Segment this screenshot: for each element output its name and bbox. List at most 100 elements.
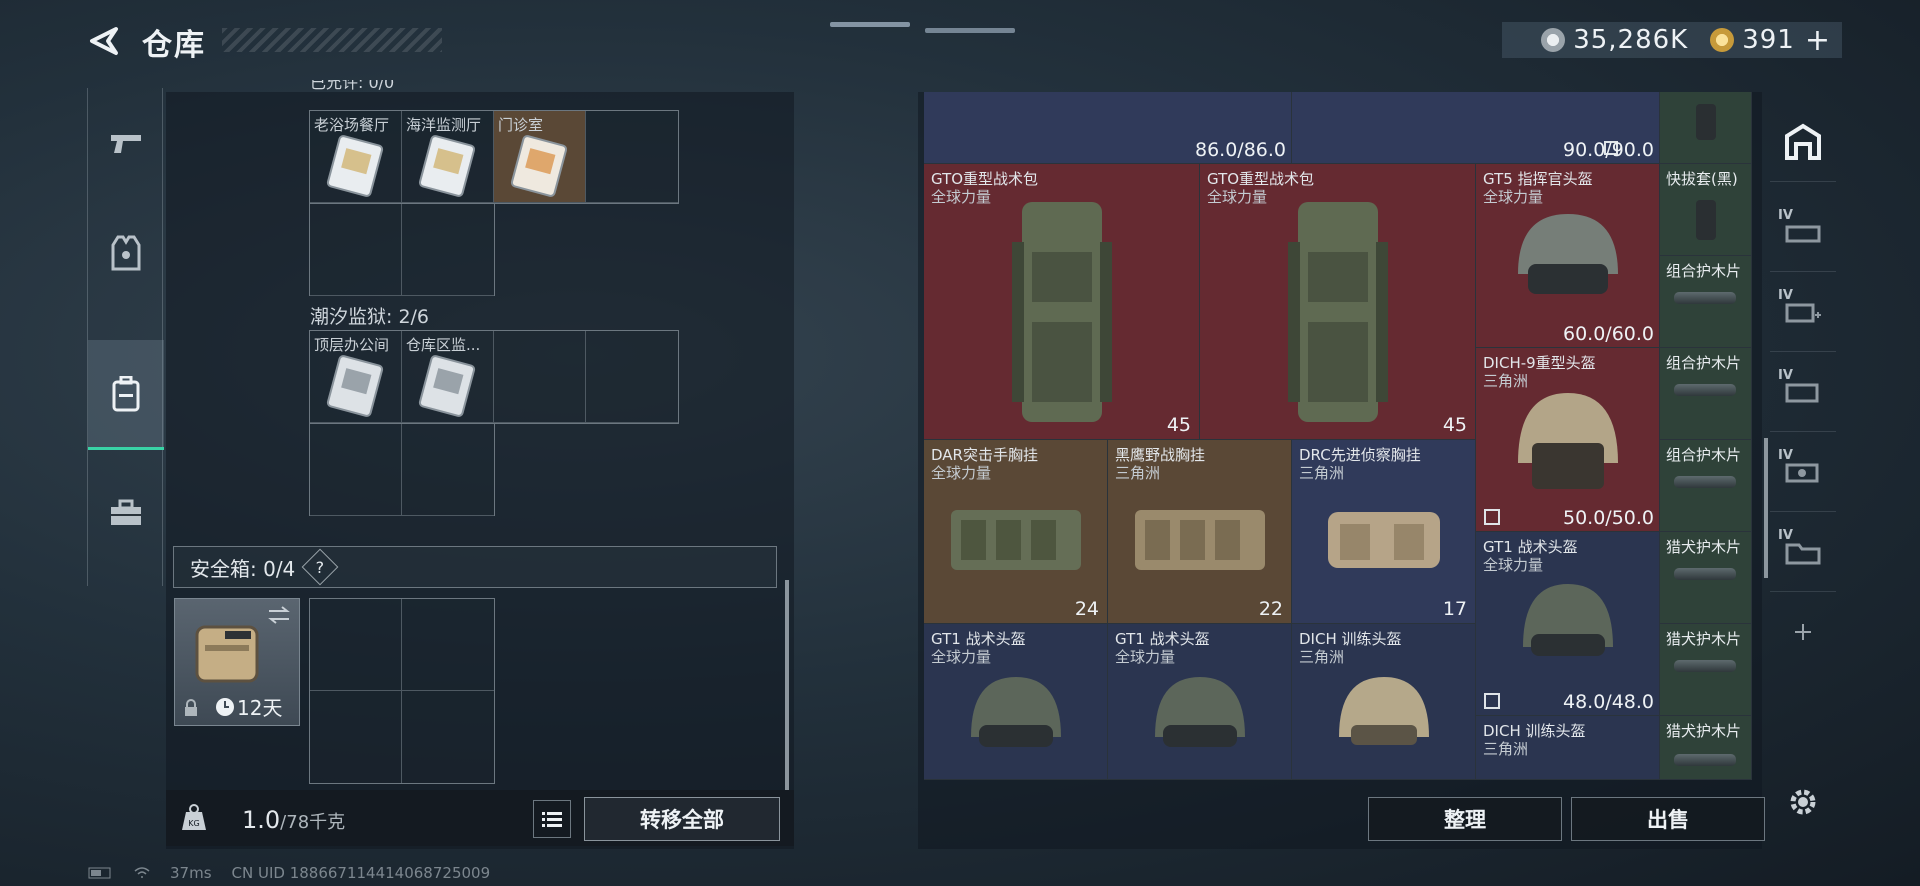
nav-toolbox[interactable] xyxy=(88,458,164,568)
inventory-item-helmet[interactable]: GT1 战术头盔 全球力量 xyxy=(924,624,1108,780)
lock-icon xyxy=(185,699,197,716)
inventory-item-chest-rig[interactable]: DRC先进侦察胸挂 三角洲 17 xyxy=(1292,440,1476,624)
nav-weapons[interactable] xyxy=(88,88,164,198)
nav-storage-2[interactable]: IV xyxy=(1770,272,1836,352)
svg-text:KG: KG xyxy=(188,819,199,828)
storage-cell[interactable]: 老浴场餐厅 xyxy=(310,111,402,203)
inventory-item[interactable]: 90.0/90.0 xyxy=(1292,92,1660,164)
helmet-item-icon xyxy=(1338,677,1429,745)
chest-rig-item-icon xyxy=(1134,510,1265,571)
nav-storage-3[interactable]: IV xyxy=(1770,352,1836,432)
safe-cell[interactable] xyxy=(402,599,494,691)
page-title: 仓库 xyxy=(142,28,206,63)
safe-cell[interactable] xyxy=(310,599,402,691)
safe-case-slot[interactable]: 12天 xyxy=(174,598,300,726)
weight-readout: 1.0/78千克 xyxy=(242,806,346,834)
inventory-item-helmet[interactable]: GT5 指挥官头盔 全球力量 60.0/60.0 xyxy=(1476,164,1660,348)
nav-armor[interactable] xyxy=(88,198,164,308)
inventory-item-attachment[interactable]: 猎犬护木片 xyxy=(1660,716,1752,780)
helmet-item-icon xyxy=(1517,393,1618,490)
nav-backpack[interactable] xyxy=(88,340,164,450)
clock-icon xyxy=(216,698,234,716)
helmet-item-icon xyxy=(1154,677,1245,747)
storage-cell[interactable] xyxy=(586,331,678,423)
storage-cell[interactable]: 海洋监测厅 xyxy=(402,111,494,203)
helmet-item-icon xyxy=(1522,584,1613,657)
inventory-item-chest-rig[interactable]: DAR突击手胸挂 全球力量 24 xyxy=(924,440,1108,624)
inventory-item-helmet[interactable]: DICH-9重型头盔 三角洲 50.0/50.0 xyxy=(1476,348,1660,532)
add-storage-button[interactable] xyxy=(1770,592,1836,672)
inventory-item-helmet[interactable]: GT1 战术头盔 全球力量 48.0/48.0 xyxy=(1476,532,1660,716)
settings-button[interactable] xyxy=(1770,762,1836,842)
safe-case-icon xyxy=(195,625,259,683)
inventory-item-attachment[interactable]: 组合护木片 xyxy=(1660,256,1752,348)
swap-icon[interactable] xyxy=(267,605,291,625)
help-button[interactable]: ? xyxy=(301,548,339,586)
help-icon: ? xyxy=(316,557,325,577)
user-uid: CN UID 1886671144140687250​09 xyxy=(231,864,491,882)
inventory-item-backpack[interactable]: GTO重型战术包 全球力量 45 xyxy=(1200,164,1476,440)
access-card-icon xyxy=(510,135,568,197)
list-icon xyxy=(542,812,562,827)
section-title-tidal-prison: 潮汐监狱: 2/6 xyxy=(310,306,430,328)
inventory-item-attachment[interactable]: 组合护木片 xyxy=(1660,440,1752,532)
left-scrollbar[interactable] xyxy=(785,580,789,790)
title-decoration xyxy=(222,28,442,52)
plus-icon xyxy=(1795,624,1811,640)
sort-button[interactable]: 整理 xyxy=(1368,797,1562,841)
inventory-item-helmet[interactable]: DICH 训练头盔 三角洲 xyxy=(1292,624,1476,780)
inventory-item-chest-rig[interactable]: 黑鹰野战胸挂 三角洲 22 xyxy=(1108,440,1292,624)
storage-cell[interactable]: 仓库区监... xyxy=(402,331,494,423)
storage-grid-2b xyxy=(309,424,495,516)
toolbox-icon xyxy=(111,499,141,525)
inventory-item-attachment[interactable]: 猎犬护木片 xyxy=(1660,532,1752,624)
nav-storage-4[interactable]: IV xyxy=(1770,432,1836,512)
inventory-item[interactable]: 86.0/86.0 xyxy=(924,92,1292,164)
inventory-item-backpack[interactable]: GTO重型战术包 全球力量 45 xyxy=(924,164,1200,440)
list-view-button[interactable] xyxy=(533,800,571,838)
wifi-icon xyxy=(134,867,150,878)
inventory-panel: 86.0/86.0 90.0/90.0 GTO重型战术包 全球力量 45 GTO… xyxy=(918,92,1762,849)
storage-cell[interactable] xyxy=(402,204,494,296)
gold-balance: 391 xyxy=(1742,25,1795,55)
inventory-item-helmet[interactable]: DICH 训练头盔 三角洲 xyxy=(1476,716,1660,780)
storage-cell[interactable] xyxy=(310,204,402,296)
handguard-panel-icon xyxy=(1674,568,1736,581)
access-card-icon xyxy=(326,135,384,197)
storage-cell[interactable] xyxy=(310,424,402,516)
chest-rig-item-icon xyxy=(950,510,1081,571)
section-cut-label: 已允许: 0/0 xyxy=(310,80,395,92)
sell-button[interactable]: 出售 xyxy=(1571,797,1765,841)
add-currency-button[interactable]: + xyxy=(1805,23,1830,58)
inventory-item-attachment[interactable]: 快拔套(黑) xyxy=(1660,164,1752,256)
nav-storage-1[interactable]: IV xyxy=(1770,192,1836,272)
inventory-item-attachment[interactable]: 组合护木片 xyxy=(1660,348,1752,440)
storage-cell[interactable]: 顶层办公间 xyxy=(310,331,402,423)
armor-vest-icon xyxy=(111,235,141,271)
settings-gear-icon xyxy=(1790,789,1816,815)
storage-cell[interactable] xyxy=(586,111,678,203)
weight-icon: KG xyxy=(182,804,206,830)
access-card-icon xyxy=(326,355,384,417)
nav-storage-5[interactable]: IV xyxy=(1770,512,1836,592)
inventory-item-attachment[interactable]: 猎犬护木片 xyxy=(1660,624,1752,716)
inventory-scrollbar[interactable] xyxy=(1764,438,1768,578)
holster-icon xyxy=(1696,104,1716,140)
storage-cell[interactable]: 门诊室 xyxy=(494,111,586,203)
nav-warehouse[interactable] xyxy=(1770,102,1836,182)
storage-grid-1: 老浴场餐厅 海洋监测厅 门诊室 xyxy=(309,110,679,204)
left-category-nav xyxy=(87,88,164,586)
storage-cell[interactable] xyxy=(402,424,494,516)
holster-icon xyxy=(1696,200,1716,240)
warehouse-icon xyxy=(1785,123,1821,160)
inventory-item-helmet[interactable]: GT1 战术头盔 全球力量 xyxy=(1108,624,1292,780)
ping-readout: 37ms xyxy=(170,864,212,882)
storage-cell[interactable] xyxy=(494,331,586,423)
back-arrow-icon[interactable] xyxy=(86,26,120,56)
safe-cell[interactable] xyxy=(310,691,402,783)
transfer-all-button[interactable]: 转移全部 xyxy=(584,797,780,841)
safe-box-header: 安全箱: 0/4 ? xyxy=(173,546,777,588)
inventory-item-attachment[interactable] xyxy=(1660,92,1752,164)
safe-cell[interactable] xyxy=(402,691,494,783)
battery-icon xyxy=(88,867,111,879)
